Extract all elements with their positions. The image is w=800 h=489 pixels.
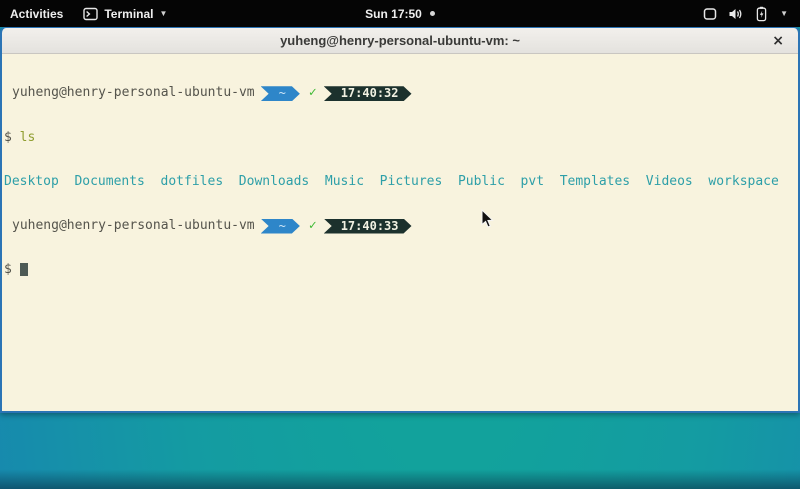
activities-button[interactable]: Activities	[0, 0, 73, 27]
cursor-line: $	[4, 263, 798, 278]
desktop: { "topbar": { "activities_label": "Activ…	[0, 0, 800, 489]
volume-icon	[728, 7, 743, 21]
terminal-window: yuheng@henry-personal-ubuntu-vm: ~ × yuh…	[0, 27, 800, 413]
top-bar: Activities Terminal ▼ Sun 17:50	[0, 0, 800, 27]
clock-button[interactable]: Sun 17:50	[355, 0, 445, 27]
prompt-symbol: $	[4, 131, 12, 146]
clock-label: Sun 17:50	[365, 7, 422, 21]
prompt-path-segment: ~	[261, 219, 300, 234]
notification-dot-icon	[430, 11, 435, 16]
prompt-time-segment: 17:40:33	[324, 219, 412, 234]
chevron-down-icon: ▼	[780, 9, 788, 18]
screen-icon	[703, 7, 717, 21]
activities-label: Activities	[10, 7, 63, 21]
battery-charging-icon	[754, 6, 769, 22]
mouse-cursor-icon	[480, 209, 494, 229]
prompt-user-host: yuheng@henry-personal-ubuntu-vm	[4, 86, 255, 101]
command-line: $ ls	[4, 131, 798, 146]
top-bar-left: Activities Terminal ▼	[0, 0, 177, 27]
prompt-time-segment: 17:40:32	[324, 86, 412, 101]
app-menu-button[interactable]: Terminal ▼	[73, 0, 177, 27]
prompt-line-1: yuheng@henry-personal-ubuntu-vm ~✓17:40:3…	[4, 86, 798, 101]
app-menu-label: Terminal	[104, 7, 153, 21]
close-button[interactable]: ×	[772, 28, 784, 53]
window-title: yuheng@henry-personal-ubuntu-vm: ~	[2, 33, 798, 48]
prompt-status-check-icon: ✓	[300, 219, 324, 234]
prompt-user-host: yuheng@henry-personal-ubuntu-vm	[4, 219, 255, 234]
ls-output-line: Desktop Documents dotfiles Downloads Mus…	[4, 175, 798, 190]
prompt-symbol: $	[4, 263, 12, 278]
prompt-line-2: yuheng@henry-personal-ubuntu-vm ~✓17:40:3…	[4, 219, 798, 234]
chevron-down-icon: ▼	[159, 9, 167, 18]
titlebar[interactable]: yuheng@henry-personal-ubuntu-vm: ~ ×	[2, 28, 798, 54]
system-tray-button[interactable]: ▼	[691, 0, 800, 27]
prompt-path-segment: ~	[261, 86, 300, 101]
terminal-content[interactable]: yuheng@henry-personal-ubuntu-vm~✓17:40:3…	[2, 54, 798, 411]
typed-command: ls	[20, 131, 36, 146]
text-cursor	[20, 263, 28, 276]
terminal-app-icon	[83, 7, 98, 21]
prompt-status-check-icon: ✓	[300, 86, 324, 101]
